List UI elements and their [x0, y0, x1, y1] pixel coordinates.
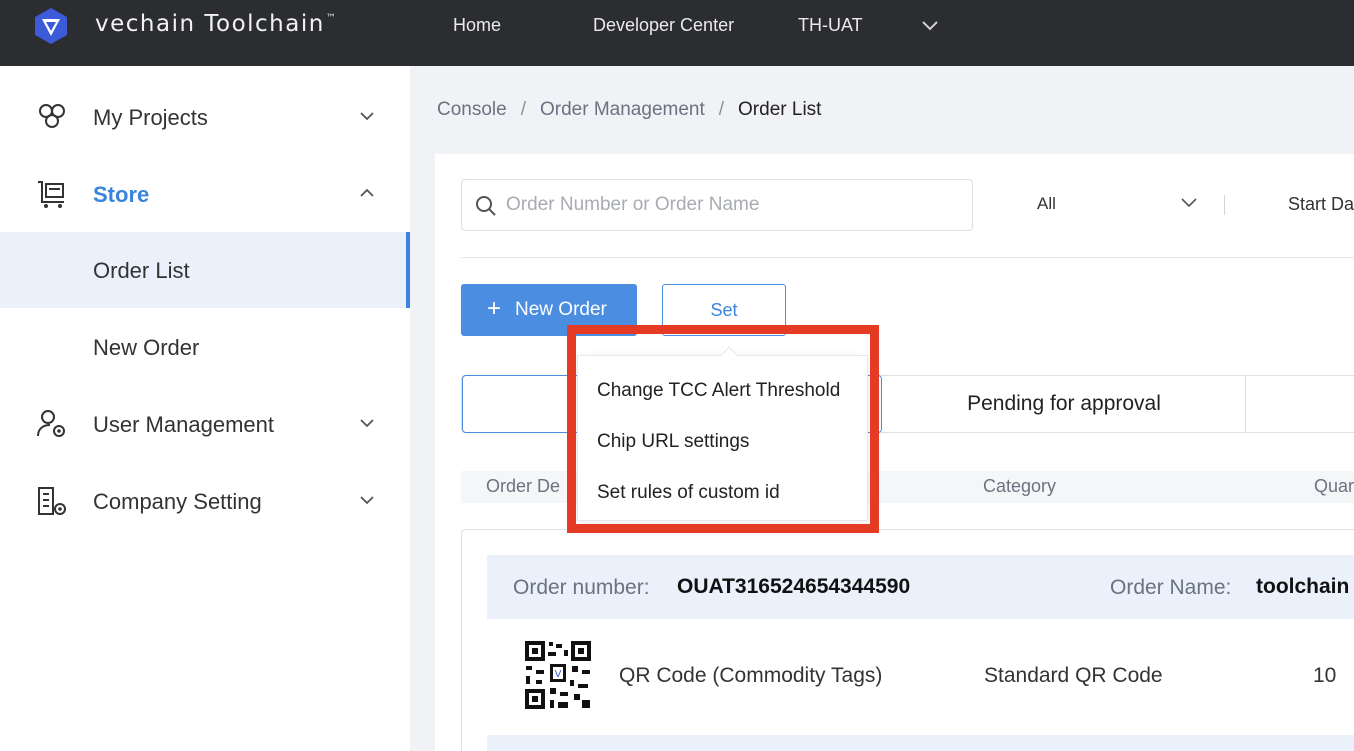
order-name-value: toolchain [1256, 575, 1350, 598]
sidebar-item-company-setting[interactable]: Company Setting [0, 463, 410, 539]
search-input[interactable] [506, 180, 966, 230]
divider [461, 257, 1354, 258]
sidebar-item-my-projects[interactable]: My Projects [0, 79, 410, 155]
projects-icon [39, 104, 65, 128]
menu-item-change-tcc-alert-threshold[interactable]: Change TCC Alert Threshold [597, 380, 840, 402]
tab-divider [1245, 376, 1246, 432]
chevron-down-icon [360, 496, 374, 505]
order-number-label: Order number: [513, 576, 650, 599]
svg-text:V: V [555, 669, 562, 680]
product-name: QR Code (Commodity Tags) [619, 664, 883, 687]
next-order-header [487, 735, 1354, 751]
set-dropdown-menu: Change TCC Alert Threshold Chip URL sett… [577, 346, 868, 521]
breadcrumb-order-management[interactable]: Order Management [540, 99, 705, 121]
order-header: Order number: OUAT316524654344590 Order … [487, 555, 1354, 619]
chevron-down-icon [360, 419, 374, 428]
order-list-panel: All Start Da + New Order Set Pending for… [435, 154, 1354, 751]
start-date-input[interactable]: Start Da [1288, 194, 1354, 215]
column-header-quantity: Quar [1314, 476, 1354, 496]
qr-code-image: V [524, 640, 592, 710]
tab-pending-for-approval[interactable]: Pending for approval [882, 376, 1246, 432]
sidebar-item-label: Company Setting [93, 489, 262, 514]
breadcrumb-separator: / [718, 99, 725, 120]
brand-text: vechain Toolchain [95, 11, 325, 37]
order-card: Order number: OUAT316524654344590 Order … [461, 529, 1354, 751]
chevron-down-icon [360, 112, 374, 121]
menu-item-set-rules-of-custom-id[interactable]: Set rules of custom id [597, 482, 780, 504]
store-cart-icon [38, 181, 64, 208]
column-header-category: Category [983, 476, 1057, 496]
search-box [461, 179, 973, 231]
sidebar-item-label: Store [93, 182, 150, 207]
column-header-order-details: Order De [486, 476, 561, 496]
sidebar-item-store[interactable]: Store [0, 156, 410, 232]
order-number-value: OUAT316524654344590 [677, 575, 911, 598]
sidebar-item-label: New Order [93, 335, 200, 360]
product-category: Standard QR Code [984, 664, 1163, 687]
nav-developer-center[interactable]: Developer Center [593, 15, 734, 36]
breadcrumb-console[interactable]: Console [437, 99, 507, 121]
plus-icon: + [487, 295, 502, 322]
vechain-logo-icon[interactable] [31, 6, 71, 46]
breadcrumb-separator: / [520, 99, 526, 120]
search-icon [476, 196, 496, 216]
chevron-down-icon[interactable] [920, 18, 940, 34]
sidebar-item-new-order[interactable]: New Order [0, 309, 410, 385]
breadcrumb: Console / Order Management / Order List [437, 99, 821, 121]
user-gear-icon [37, 410, 65, 437]
top-navigation-bar: vechain Toolchain™ Home Developer Center… [0, 0, 1354, 66]
set-button[interactable]: Set [662, 284, 786, 336]
sidebar-item-label: My Projects [93, 105, 208, 130]
order-name-label: Order Name: [1110, 576, 1232, 599]
chevron-down-icon[interactable] [1180, 196, 1198, 210]
sidebar-item-order-list[interactable]: Order List [0, 232, 410, 308]
filter-divider [1224, 195, 1225, 215]
nav-home[interactable]: Home [453, 15, 501, 36]
breadcrumb-order-list: Order List [738, 99, 822, 120]
product-quantity: 10 [1313, 664, 1337, 687]
trademark-mark: ™ [325, 13, 338, 24]
sidebar-item-user-management[interactable]: User Management [0, 386, 410, 462]
nav-environment[interactable]: TH-UAT [798, 15, 863, 36]
sidebar-item-label: Order List [93, 258, 190, 283]
sidebar-item-label: User Management [93, 412, 274, 437]
new-order-label: New Order [515, 299, 607, 320]
brand-name: vechain Toolchain™ [95, 11, 337, 37]
new-order-button[interactable]: + New Order [461, 284, 637, 336]
sidebar: My Projects Store Order List New Order U… [0, 66, 410, 751]
menu-item-chip-url-settings[interactable]: Chip URL settings [597, 431, 749, 453]
status-filter-select[interactable]: All [1037, 194, 1056, 214]
building-gear-icon [38, 487, 66, 515]
chevron-up-icon [360, 188, 374, 197]
